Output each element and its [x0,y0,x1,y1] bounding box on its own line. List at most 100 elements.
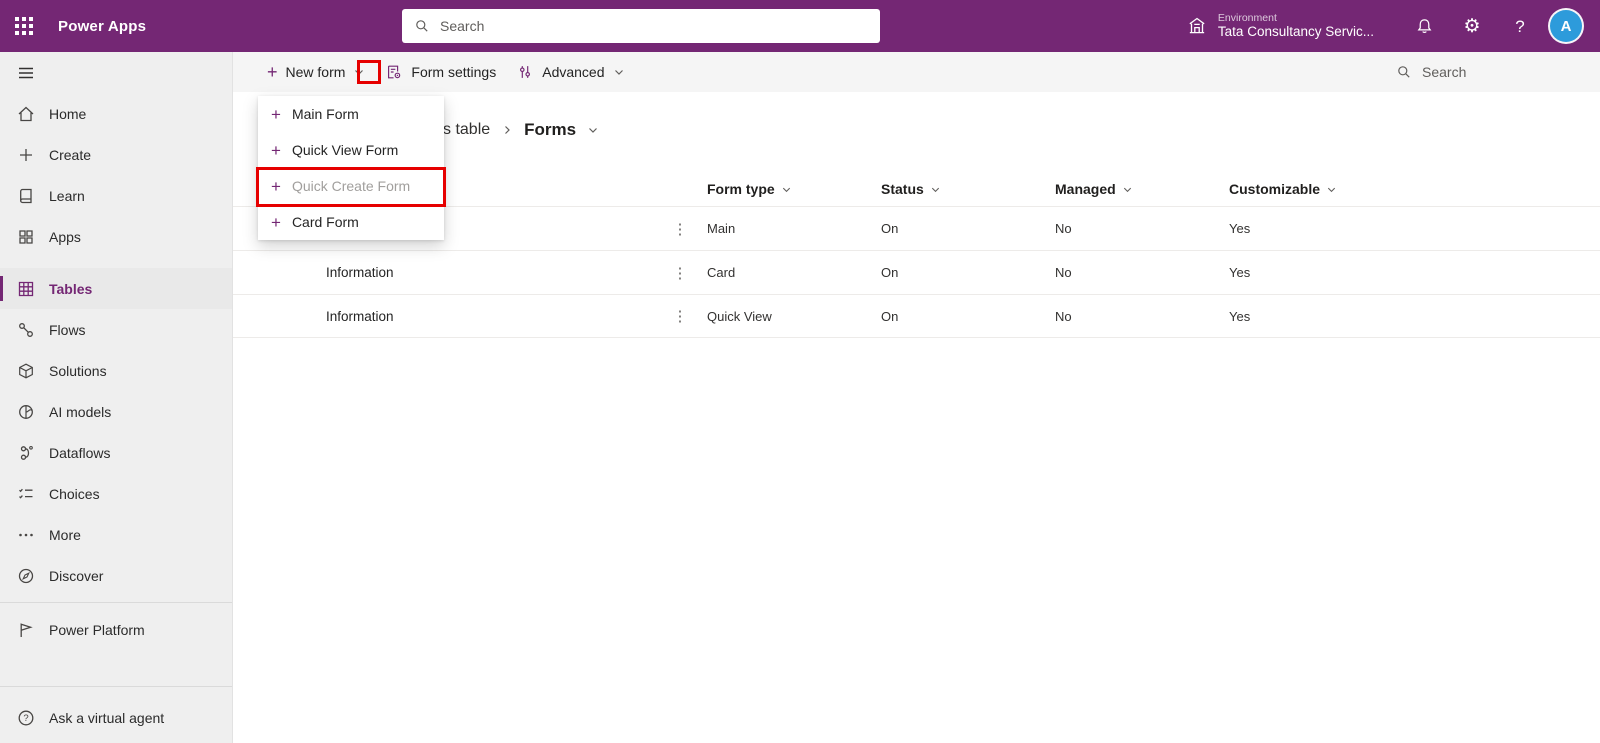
chevron-down-icon [930,184,941,195]
sidebar-item-create[interactable]: Create [0,134,232,175]
search-icon [414,18,430,34]
advanced-chevron-down-icon [613,66,625,78]
column-header-customizable[interactable]: Customizable [1229,181,1600,197]
status-cell: On [881,265,899,280]
notifications-button[interactable] [1400,0,1448,52]
plus-icon: + [271,140,281,160]
sidebar-divider [0,686,232,687]
new-form-button[interactable]: + New form [257,52,375,92]
ask-virtual-agent-button[interactable]: ? Ask a virtual agent [0,693,232,743]
search-icon [1396,64,1412,80]
advanced-button[interactable]: Advanced [506,52,634,92]
bell-icon [1415,17,1434,36]
chevron-right-icon [501,124,513,136]
sidebar-item-choices[interactable]: Choices [0,473,232,514]
svg-text:?: ? [23,713,28,724]
row-menu-icon[interactable]: ⋮ [670,220,690,238]
menu-item-quick-view-form[interactable]: + Quick View Form [258,132,444,168]
sidebar-item-dataflows[interactable]: Dataflows [0,432,232,473]
sidebar-item-solutions[interactable]: Solutions [0,350,232,391]
table-grid-icon [16,279,36,299]
sidebar: Home Create Learn Apps Tables Flows Solu… [0,52,233,743]
table-search-box[interactable]: Search [1396,64,1586,80]
ai-model-icon [16,402,36,422]
status-cell: On [881,221,899,236]
filter-sliders-icon [516,63,534,81]
row-menu-icon[interactable]: ⋮ [670,264,690,282]
table-row[interactable]: Information ⋮ Card On No Yes [233,250,1600,294]
chevron-down-icon [781,184,792,195]
form-name: Information [326,265,394,280]
sidebar-item-tables[interactable]: Tables [0,268,232,309]
form-type-cell: Quick View [707,308,772,324]
more-ellipsis-icon [16,525,36,545]
dataflow-icon [16,443,36,463]
environment-label: Environment [1217,11,1277,24]
flow-icon [16,320,36,340]
sidebar-item-home[interactable]: Home [0,93,232,134]
column-header-status[interactable]: Status [881,181,1055,197]
chevron-down-icon [1326,184,1337,195]
managed-cell: No [1055,221,1072,236]
form-settings-button[interactable]: Form settings [375,52,506,92]
global-search-box[interactable] [402,9,880,43]
help-icon: ? [1515,16,1525,36]
checklist-icon [16,484,36,504]
compass-icon [16,566,36,586]
top-bar: Power Apps Environment Tata Consultancy … [0,0,1600,52]
customizable-cell: Yes [1229,308,1251,324]
help-button[interactable]: ? [1496,0,1544,52]
sidebar-toggle-button[interactable] [0,52,232,93]
menu-item-quick-create-form[interactable]: + Quick Create Form [258,168,444,204]
question-chat-icon: ? [16,708,36,728]
avatar[interactable]: A [1550,10,1582,42]
column-header-managed[interactable]: Managed [1055,181,1229,197]
sidebar-item-power-platform[interactable]: Power Platform [0,609,232,650]
environment-name: Tata Consultancy Servic... [1217,24,1374,40]
sidebar-item-apps[interactable]: Apps [0,216,232,257]
status-cell: On [881,308,899,324]
hamburger-icon [16,63,36,83]
managed-cell: No [1055,265,1072,280]
box-icon [16,361,36,381]
form-name: Information [326,308,394,324]
plus-icon: + [271,176,281,196]
settings-button[interactable]: ⚙ [1448,0,1496,52]
breadcrumb-table-link[interactable]: s table [443,121,490,139]
apps-grid-icon [16,227,36,247]
power-platform-icon [16,620,36,640]
customizable-cell: Yes [1229,221,1251,236]
new-form-chevron-down-icon[interactable] [353,66,365,78]
breadcrumb: s table Forms [443,114,1600,146]
chevron-down-icon [1122,184,1133,195]
sidebar-divider [0,602,232,603]
app-launcher-button[interactable] [0,0,48,52]
command-bar: + New form Form settings Advanced Search [233,52,1600,92]
plus-icon: + [271,212,281,232]
page-title[interactable]: Forms [524,120,576,140]
table-row[interactable]: Information ⋮ Quick View On No Yes [233,294,1600,338]
form-type-cell: Card [707,265,736,280]
plus-icon: + [267,62,278,82]
sidebar-item-flows[interactable]: Flows [0,309,232,350]
environment-icon [1186,15,1208,37]
sidebar-item-learn[interactable]: Learn [0,175,232,216]
row-menu-icon[interactable]: ⋮ [670,307,690,325]
form-settings-icon [385,63,403,81]
home-icon [16,104,36,124]
form-type-cell: Main [707,221,736,236]
app-title: Power Apps [58,17,147,35]
environment-picker[interactable]: Environment Tata Consultancy Servic... [1186,12,1374,41]
plus-icon [16,145,36,165]
menu-item-card-form[interactable]: + Card Form [258,204,444,240]
waffle-icon [15,17,33,35]
column-header-form-type[interactable]: Form type [707,181,881,197]
customizable-cell: Yes [1229,265,1251,280]
book-icon [16,186,36,206]
global-search-input[interactable] [440,18,868,34]
sidebar-item-more[interactable]: More [0,514,232,555]
sidebar-item-ai-models[interactable]: AI models [0,391,232,432]
page-title-chevron-down-icon[interactable] [587,124,599,136]
sidebar-item-discover[interactable]: Discover [0,555,232,596]
menu-item-main-form[interactable]: + Main Form [258,96,444,132]
